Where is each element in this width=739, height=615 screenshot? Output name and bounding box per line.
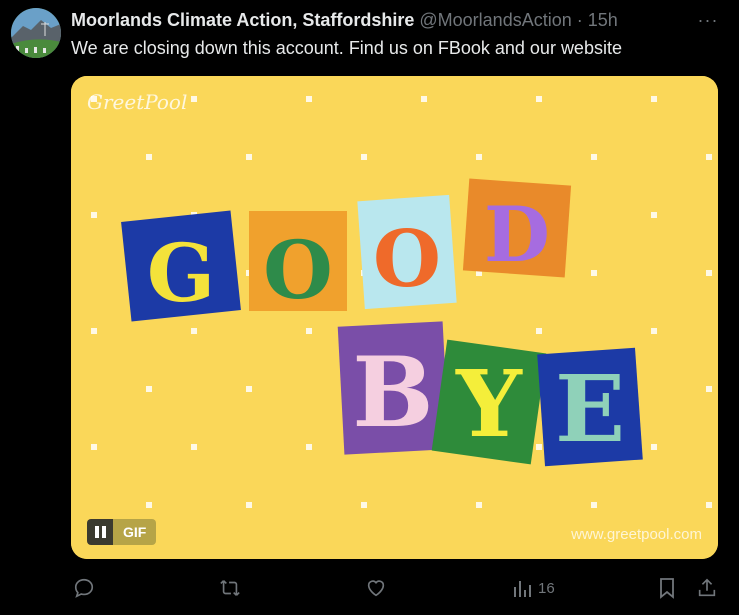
gif-artwork: G O O D B Y E [71,76,718,559]
confetti-dot [306,328,312,334]
bookmark-button[interactable] [657,574,677,602]
letter-g: G [147,226,215,320]
confetti-dot [246,386,252,392]
confetti-dot [421,96,427,102]
confetti-dot [361,154,367,160]
tile-O1: O [249,211,347,317]
confetti-dot [191,328,197,334]
confetti-dot [651,96,657,102]
letter-y: Y [455,350,523,458]
confetti-dot [191,96,197,102]
confetti-dot [706,386,712,392]
tile-G: G [121,210,241,322]
reply-button[interactable] [73,574,95,602]
letter-b: B [352,336,433,449]
confetti-dot [536,96,542,102]
confetti-dot [361,502,367,508]
separator: · [576,10,583,30]
reply-icon [74,578,94,598]
heart-icon [367,580,385,597]
like-button[interactable] [365,574,387,602]
tile-B: B [337,321,450,455]
confetti-dot [651,212,657,218]
confetti-dot [591,270,597,276]
letter-d: D [484,190,550,279]
confetti-dot [91,212,97,218]
author-name[interactable]: Moorlands Climate Action, Staffordshire [71,10,414,30]
avatar[interactable] [11,8,61,58]
confetti-dot [191,444,197,450]
timestamp[interactable]: 15h [588,10,618,30]
confetti-dot [536,444,542,450]
author-handle[interactable]: @MoorlandsAction [419,10,571,30]
share-icon [698,578,716,597]
letter-o1: O [263,223,333,317]
gif-media[interactable]: G O O D B Y E GreetPool GIF www.greetpoo… [71,76,718,559]
confetti-dot [246,502,252,508]
confetti-dot [476,502,482,508]
views-icon [514,581,531,597]
retweet-icon [220,580,240,596]
tweet-text: We are closing down this account. Find u… [71,38,622,58]
watermark: www.greetpool.com [571,526,702,543]
tile-Y: Y [431,339,547,465]
confetti-dot [651,444,657,450]
confetti-dot [591,502,597,508]
confetti-dot [91,328,97,334]
share-button[interactable] [696,574,718,602]
confetti-dot [591,154,597,160]
confetti-dot [146,154,152,160]
brand-logo: GreetPool [87,90,188,114]
confetti-dot [306,96,312,102]
confetti-dot [306,444,312,450]
tile-E: E [537,347,643,467]
confetti-dot [706,270,712,276]
bookmark-icon [660,578,674,599]
retweet-button[interactable] [218,574,242,602]
confetti-dot [706,502,712,508]
more-options-icon[interactable]: ··· [693,10,723,30]
confetti-dot [651,328,657,334]
tweet-header: Moorlands Climate Action, Staffordshire … [71,9,679,31]
views-count: 16 [538,579,555,597]
letter-e: E [555,355,625,463]
letter-o2: O [373,214,441,305]
confetti-dot [146,386,152,392]
tile-D: D [462,178,572,279]
gif-badge: GIF [113,519,157,545]
views-button[interactable]: 16 [512,574,555,602]
confetti-dot [246,154,252,160]
confetti-dot [91,444,97,450]
confetti-dot [536,328,542,334]
confetti-dot [146,502,152,508]
pause-icon[interactable] [87,519,113,545]
confetti-dot [706,154,712,160]
tile-O2: O [357,194,457,310]
gif-controls: GIF [87,519,157,545]
confetti-dot [476,154,482,160]
tweet-actions: 16 [71,574,726,602]
